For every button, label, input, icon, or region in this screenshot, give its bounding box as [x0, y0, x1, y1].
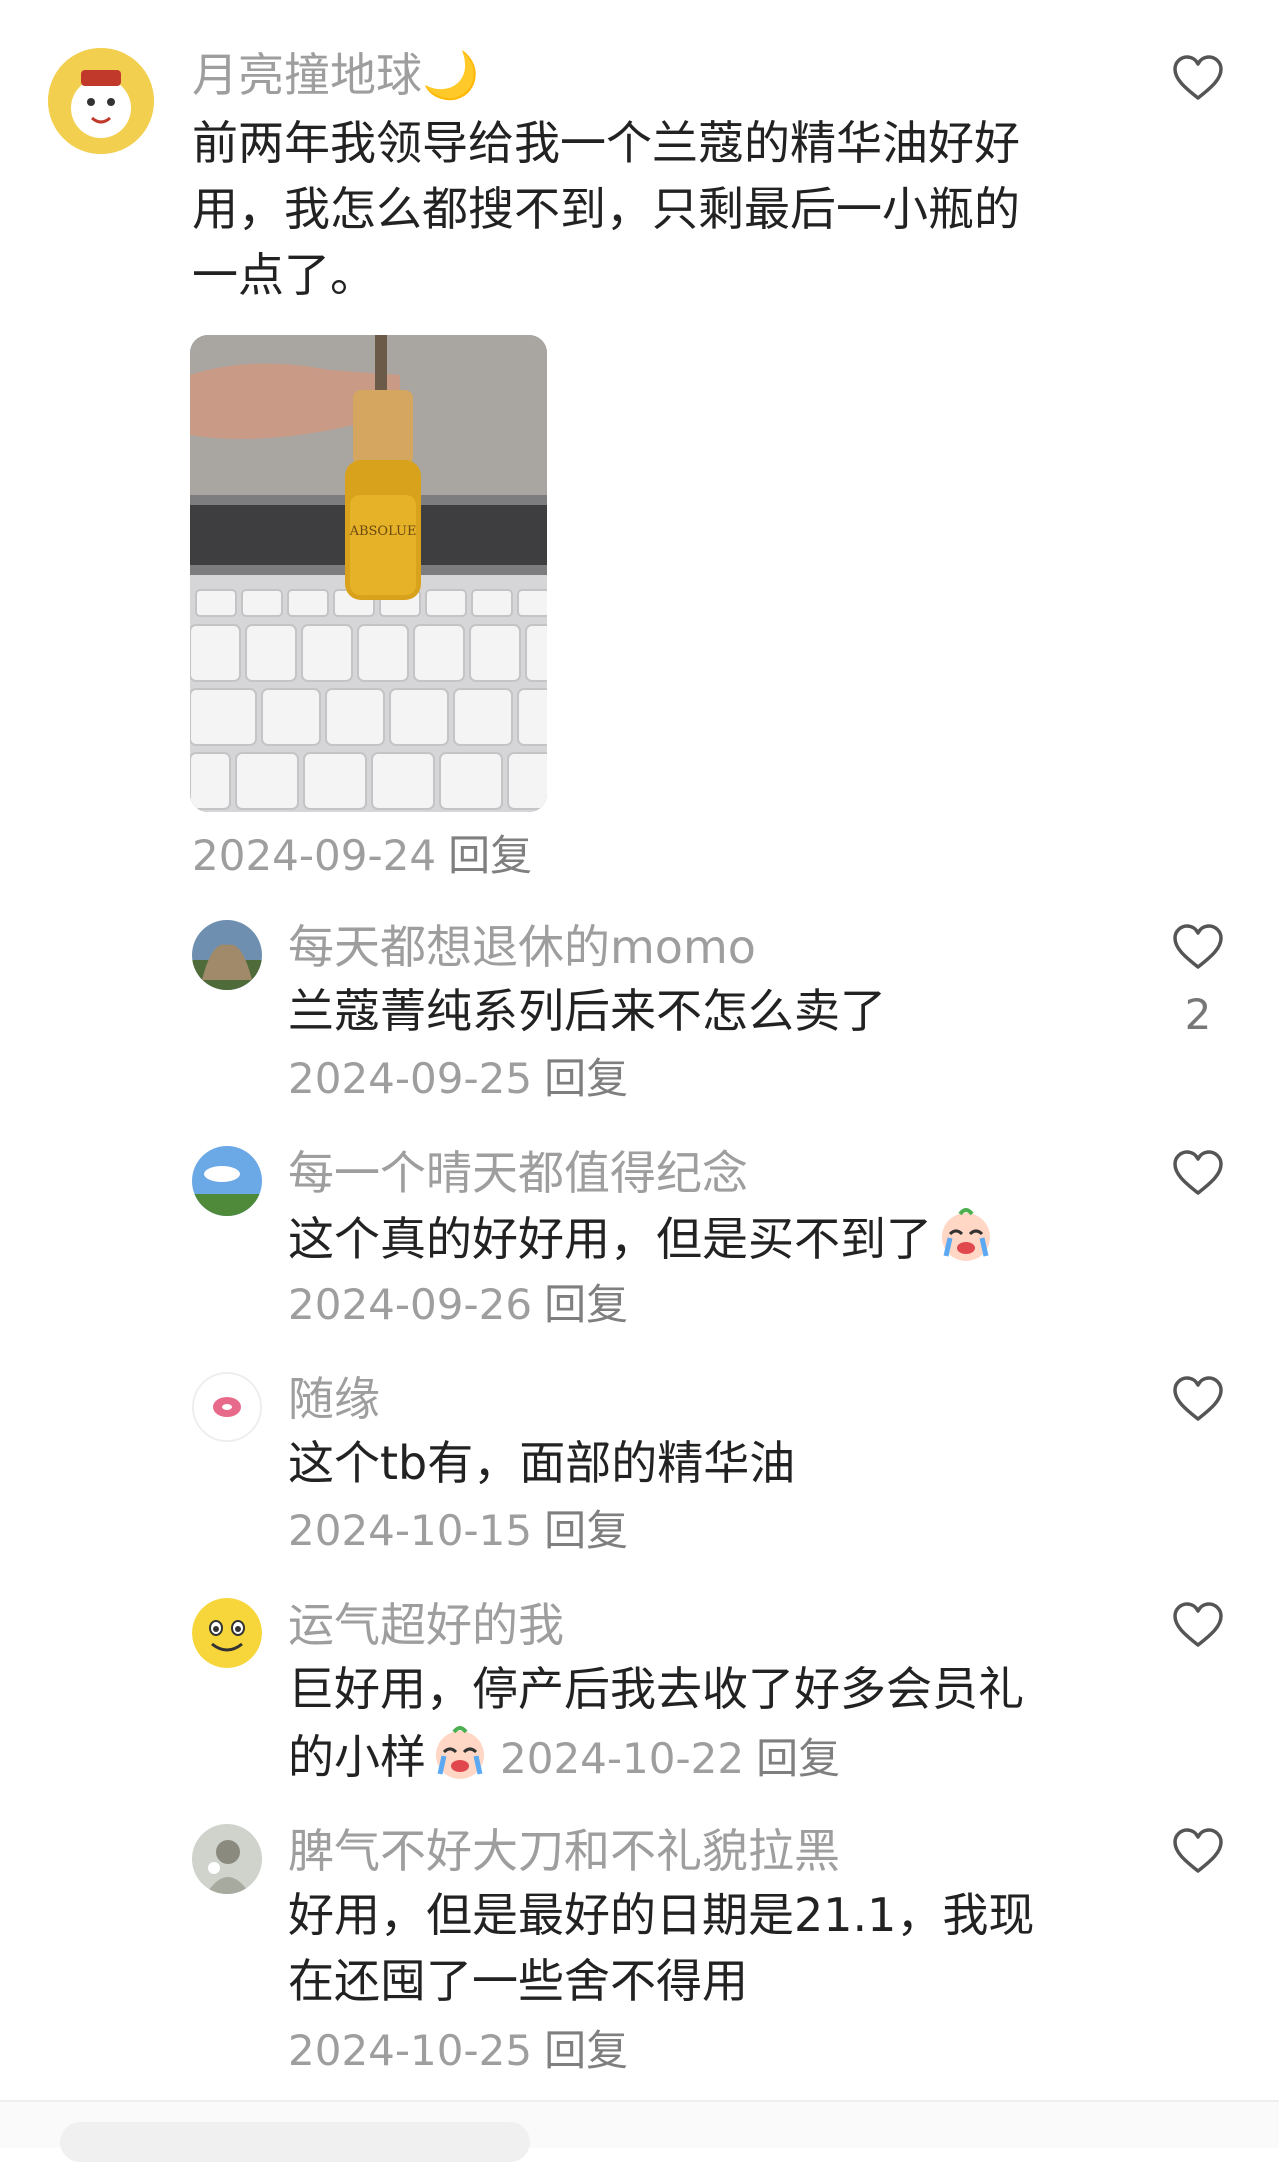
reply-author[interactable]: 每天都想退休的momo: [288, 924, 756, 970]
heart-outline-icon: [1173, 1828, 1223, 1873]
heart-outline-icon: [1173, 924, 1223, 969]
reply-author[interactable]: 运气超好的我: [288, 1602, 564, 1648]
like-button[interactable]: [1168, 1376, 1228, 1422]
comment-photo[interactable]: ABSOLUE: [190, 335, 547, 812]
comment-text-line: 一点了。: [192, 248, 376, 302]
avatar[interactable]: [192, 1372, 262, 1442]
like-button[interactable]: [1168, 1150, 1228, 1196]
reply-author[interactable]: 脾气不好大刀和不礼貌拉黑: [288, 1828, 840, 1874]
avatar[interactable]: [192, 920, 262, 990]
reply-text-line: 好用，但是最好的日期是21.1，我现: [288, 1888, 1035, 1942]
comment-text: 前两年我领导给我一个兰蔻的精华油好好 用，我怎么都搜不到，只剩最后一小瓶的 一点…: [192, 110, 1152, 308]
heart-outline-icon: [1173, 55, 1223, 100]
avatar-image: [192, 1146, 262, 1216]
reply-meta: 2024-10-25 回复: [288, 2030, 628, 2072]
like-count: 2: [1184, 990, 1212, 1039]
reply-date: 2024-09-25: [288, 1054, 533, 1103]
reply-text-line: 在还囤了一些舍不得用: [288, 1954, 748, 2008]
reply-button[interactable]: 回复: [448, 831, 532, 880]
reply-meta: 2024-09-26 回复: [288, 1284, 628, 1326]
comment-date: 2024-09-24: [192, 831, 437, 880]
reply-date: 2024-10-22: [500, 1734, 745, 1783]
comment-text-line: 前两年我领导给我一个兰蔻的精华油好好: [192, 116, 1020, 170]
like-button[interactable]: [1168, 1602, 1228, 1648]
reply-text: 兰蔻菁纯系列后来不怎么卖了: [288, 984, 886, 1038]
reply-text-content: 这个真的好好用，但是买不到了: [288, 1212, 932, 1266]
reply-text-line: 巨好用，停产后我去收了好多会员礼: [288, 1662, 1024, 1716]
crying-face-emoji: [430, 1722, 490, 1799]
heart-outline-icon: [1173, 1150, 1223, 1195]
comment-text-line: 用，我怎么都搜不到，只剩最后一小瓶的: [192, 182, 1020, 236]
reply-author[interactable]: 随缘: [288, 1376, 380, 1422]
reply-button[interactable]: 回复: [544, 1054, 628, 1103]
reply-button[interactable]: 回复: [544, 2026, 628, 2075]
reply-button[interactable]: 回复: [544, 1506, 628, 1555]
avatar-image: [194, 1374, 260, 1440]
avatar[interactable]: [192, 1146, 262, 1216]
avatar[interactable]: [192, 1824, 262, 1894]
avatar[interactable]: [192, 1598, 262, 1668]
reply-date: 2024-09-26: [288, 1280, 533, 1329]
like-button[interactable]: [1168, 924, 1228, 970]
like-button[interactable]: [1168, 55, 1228, 101]
like-button[interactable]: [1168, 1828, 1228, 1874]
reply-button[interactable]: 回复: [544, 1280, 628, 1329]
avatar-image: [192, 1824, 262, 1894]
avatar[interactable]: [48, 48, 154, 154]
avatar-image: [192, 1598, 262, 1668]
reply-date: 2024-10-15: [288, 1506, 533, 1555]
reply-text: 这个tb有，面部的精华油: [288, 1436, 796, 1490]
reply-button[interactable]: 回复: [756, 1734, 840, 1783]
heart-outline-icon: [1173, 1376, 1223, 1421]
photo-label: ABSOLUE: [349, 524, 417, 539]
comment-input-bar[interactable]: [60, 2122, 530, 2162]
reply-text: 这个真的好好用，但是买不到了: [288, 1204, 996, 1281]
reply-date: 2024-10-25: [288, 2026, 533, 2075]
reply-author[interactable]: 每一个晴天都值得纪念: [288, 1150, 748, 1196]
reply-text-content: 的小样: [288, 1730, 426, 1784]
avatar-image: [48, 48, 154, 154]
crying-face-emoji: [936, 1204, 996, 1281]
reply-meta: 2024-10-15 回复: [288, 1510, 628, 1552]
comment-meta: 2024-09-24 回复: [192, 835, 532, 877]
avatar-image: [192, 920, 262, 990]
photo-image: ABSOLUE: [190, 335, 547, 812]
reply-meta: 2024-09-25 回复: [288, 1058, 628, 1100]
heart-outline-icon: [1173, 1602, 1223, 1647]
reply-text-line: 的小样 2024-10-22 回复: [288, 1722, 840, 1799]
comment-author[interactable]: 月亮撞地球🌙: [192, 52, 479, 98]
